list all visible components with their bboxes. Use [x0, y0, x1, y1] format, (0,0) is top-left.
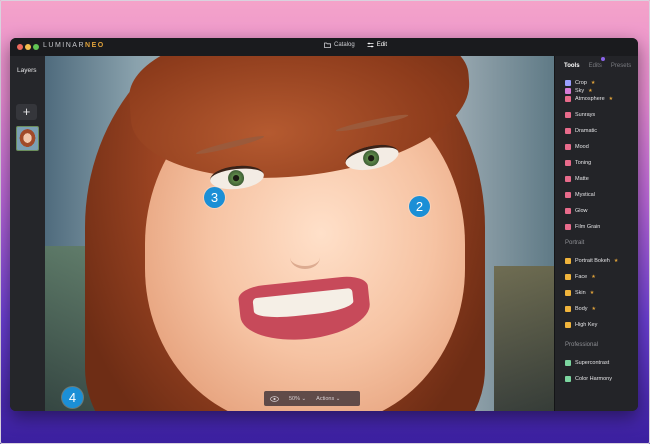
tool-matte[interactable]: Matte: [565, 174, 589, 184]
layers-panel: Layers +: [10, 56, 46, 411]
sun-icon: [565, 112, 571, 118]
portrait-nose: [290, 246, 320, 269]
bokeh-icon: [565, 258, 571, 264]
tool-label: Mystical: [575, 192, 595, 198]
tool-label: Film Grain: [575, 224, 601, 230]
layer-thumbnail[interactable]: [16, 126, 39, 151]
face-icon: [565, 274, 571, 280]
favorite-star-icon: ★: [591, 306, 597, 312]
tool-label: Face: [575, 274, 588, 280]
tool-label: Mood: [575, 144, 589, 150]
tool-film-grain[interactable]: Film Grain: [565, 222, 600, 232]
edits-notification-dot: [601, 57, 605, 61]
tool-skin[interactable]: Skin ★: [565, 288, 594, 298]
tool-supercontrast[interactable]: Supercontrast: [565, 358, 609, 368]
glow-icon: [565, 208, 571, 214]
body-icon: [565, 306, 571, 312]
tab-edit[interactable]: Edit: [367, 42, 387, 48]
section-professional: Professional: [565, 342, 599, 348]
toning-icon: [565, 160, 571, 166]
callout-badge-4: 4: [62, 387, 83, 408]
tool-sunrays[interactable]: Sunrays: [565, 110, 595, 120]
sliders-icon: [367, 42, 374, 48]
tool-color-harmony[interactable]: Color Harmony: [565, 374, 612, 384]
portrait-teeth: [252, 287, 355, 321]
view-toolbar: 50% ⌄ Actions ⌄: [264, 391, 360, 406]
zoom-select[interactable]: 50% ⌄: [289, 396, 306, 402]
tool-label: Supercontrast: [575, 360, 610, 366]
logo-main-text: LUMINAR: [43, 42, 86, 49]
tool-mystical[interactable]: Mystical: [565, 190, 595, 200]
tab-edit-label: Edit: [376, 42, 388, 48]
background-foliage-right: [494, 266, 554, 411]
tool-body[interactable]: Body ★: [565, 304, 596, 314]
tool-label: Dramatic: [575, 128, 598, 134]
top-tabs: Catalog Edit: [324, 42, 387, 48]
tool-label: Glow: [575, 208, 588, 214]
tool-glow[interactable]: Glow: [565, 206, 588, 216]
favorite-star-icon: ★: [608, 96, 614, 102]
add-layer-button[interactable]: +: [16, 104, 37, 120]
tab-presets[interactable]: Presets: [611, 63, 631, 69]
tab-catalog-label: Catalog: [334, 42, 355, 48]
layers-title: Layers: [17, 67, 37, 74]
tool-portrait-bokeh[interactable]: Portrait Bokeh ★: [565, 256, 618, 266]
left-iris: [227, 169, 245, 187]
matte-icon: [565, 176, 571, 182]
app-window: LUMINARNEO Catalog Edit Layers + 1 2: [10, 38, 638, 411]
maximize-window-button[interactable]: [33, 44, 39, 50]
section-portrait: Portrait: [565, 240, 585, 246]
tab-edits[interactable]: Edits: [589, 63, 602, 69]
tool-label: Body: [575, 306, 588, 312]
tool-atmosphere[interactable]: Atmosphere ★: [565, 94, 613, 104]
tab-tools[interactable]: Tools: [564, 63, 580, 69]
callout-badge-3: 3: [204, 187, 225, 208]
tab-catalog[interactable]: Catalog: [324, 42, 355, 48]
contrast-icon: [565, 360, 571, 366]
folder-icon: [324, 42, 331, 48]
logo-neo-text: NEO: [85, 42, 105, 49]
close-window-button[interactable]: [17, 44, 23, 50]
tool-dramatic[interactable]: Dramatic: [565, 126, 597, 136]
favorite-star-icon: ★: [613, 258, 619, 264]
tool-label: Matte: [575, 176, 589, 182]
tool-label: Portrait Bokeh: [575, 258, 610, 264]
tool-label: Atmosphere: [575, 96, 605, 102]
tool-label: High Key: [575, 322, 598, 328]
mystical-icon: [565, 192, 571, 198]
actions-menu[interactable]: Actions ⌄: [316, 396, 340, 402]
tools-panel: Tools Edits Presets Crop ★ Sky ★ Atmosphere ★…: [554, 56, 638, 411]
minimize-window-button[interactable]: [25, 44, 31, 50]
atmosphere-icon: [565, 96, 571, 102]
tool-face[interactable]: Face ★: [565, 272, 596, 282]
right-iris: [361, 148, 381, 168]
photo-canvas[interactable]: 1 2 3 4 50% ⌄ Actions ⌄: [45, 56, 554, 411]
tool-toning[interactable]: Toning: [565, 158, 591, 168]
tool-label: Toning: [575, 160, 592, 166]
skin-icon: [565, 290, 571, 296]
tool-label: Skin: [575, 290, 586, 296]
highkey-icon: [565, 322, 571, 328]
title-bar: LUMINARNEO Catalog Edit: [10, 38, 638, 56]
film-icon: [565, 224, 571, 230]
callout-badge-2: 2: [409, 196, 430, 217]
app-logo: LUMINARNEO: [43, 42, 105, 49]
favorite-star-icon: ★: [591, 274, 596, 280]
tool-label: Sunrays: [575, 112, 596, 118]
tool-high-key[interactable]: High Key: [565, 320, 597, 330]
mood-icon: [565, 144, 571, 150]
lightning-icon: [565, 128, 571, 134]
tool-label: Color Harmony: [575, 376, 612, 382]
tools-tabs: Tools Edits Presets: [564, 63, 631, 69]
tool-mood[interactable]: Mood: [565, 142, 589, 152]
favorite-star-icon: ★: [589, 290, 595, 296]
harmony-icon: [565, 376, 571, 382]
eye-icon[interactable]: [270, 395, 279, 402]
